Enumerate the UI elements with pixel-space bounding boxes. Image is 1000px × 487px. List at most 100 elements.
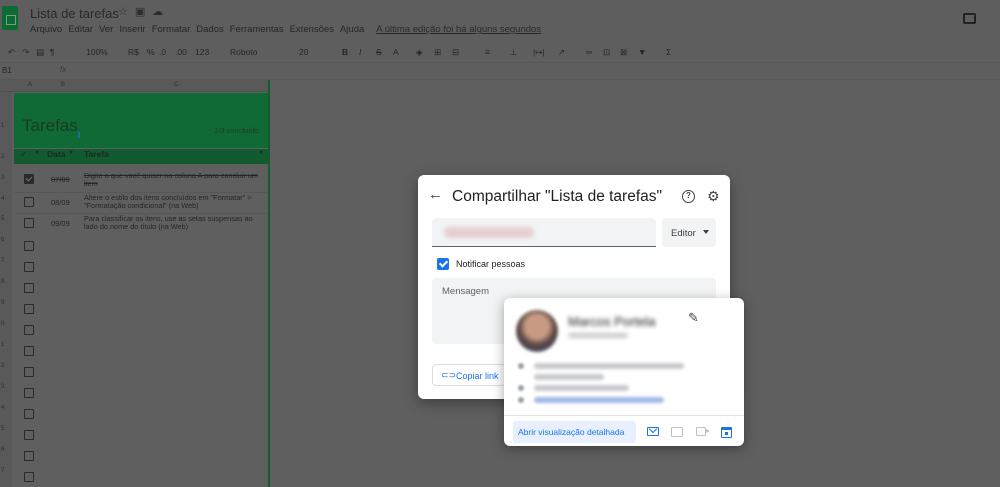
row-header[interactable]: 7 [1, 258, 4, 264]
empty-checkbox[interactable] [24, 388, 34, 398]
task-text[interactable]: Digite o que você quiser na coluna A par… [84, 171, 268, 189]
row-header[interactable]: 7 [1, 468, 4, 474]
caret-down-icon[interactable]: ▼ [34, 150, 40, 156]
row-header[interactable]: 4 [1, 405, 4, 411]
currency-button[interactable]: R$ [128, 47, 139, 57]
empty-checkbox[interactable] [24, 346, 34, 356]
open-details-button[interactable]: Abrir visualização detalhada [513, 421, 636, 443]
menu-ferramentas[interactable]: Ferramentas [230, 24, 284, 35]
task-checkbox[interactable] [24, 218, 34, 228]
back-arrow-icon[interactable]: ← [428, 186, 443, 203]
align-left-icon[interactable]: ≡ [485, 47, 490, 57]
people-input[interactable] [432, 218, 656, 247]
person-chip[interactable] [444, 227, 534, 238]
strikethrough-button[interactable]: S [376, 47, 382, 57]
task-date[interactable]: 08/09 [51, 198, 70, 207]
menu-inserir[interactable]: Inserir [119, 24, 145, 35]
cloud-icon[interactable]: ☁ [152, 6, 170, 18]
task-text[interactable]: Para classificar os itens, use as setas … [84, 214, 268, 232]
row-header[interactable]: 5 [1, 216, 4, 222]
empty-checkbox[interactable] [24, 325, 34, 335]
header-task[interactable]: Tarefa [84, 149, 109, 159]
row-header[interactable]: 4 [1, 196, 4, 202]
zoom-select[interactable]: 100% [86, 47, 108, 57]
functions-button[interactable]: Σ [666, 47, 671, 57]
copy-link-button[interactable]: ⊂⊃ Copiar link [432, 364, 506, 386]
role-select[interactable]: Editor [662, 218, 716, 247]
merge-cells-icon[interactable]: ⊟ [452, 47, 459, 58]
increase-decimal-button[interactable]: .00 [175, 47, 187, 57]
percent-button[interactable]: % [147, 47, 155, 57]
column-header-a[interactable]: A [28, 82, 32, 88]
vertical-align-icon[interactable]: ⊥ [510, 47, 517, 58]
task-checkbox[interactable] [24, 197, 34, 207]
detail-link-blurred[interactable] [534, 397, 664, 403]
font-select[interactable]: Roboto [230, 47, 257, 57]
menu-dados[interactable]: Dados [196, 24, 223, 35]
header-date[interactable]: Data [47, 149, 65, 159]
task-date[interactable]: 07/09 [51, 175, 70, 184]
caret-down-icon[interactable]: ▼ [258, 150, 264, 156]
column-header-c[interactable]: C [174, 82, 178, 88]
rotate-icon[interactable]: ↗ [558, 47, 565, 58]
empty-checkbox[interactable] [24, 241, 34, 251]
empty-checkbox[interactable] [24, 409, 34, 419]
sheet-title[interactable]: Tarefas [22, 116, 78, 136]
chart-icon[interactable]: ⊠ [620, 47, 627, 58]
video-icon[interactable] [696, 427, 710, 436]
menu-editar[interactable]: Editar [68, 24, 93, 35]
borders-icon[interactable]: ⊞ [434, 47, 441, 58]
bold-button[interactable]: B [342, 47, 348, 57]
link-icon[interactable]: ∞ [586, 47, 592, 57]
row-header[interactable]: 8 [1, 279, 4, 285]
row-header[interactable]: 2 [1, 363, 4, 369]
calendar-icon[interactable] [721, 427, 732, 438]
row-header[interactable]: 1 [1, 123, 4, 129]
name-box[interactable]: B1 [2, 66, 12, 75]
task-checkbox[interactable] [24, 174, 34, 184]
empty-checkbox[interactable] [24, 367, 34, 377]
row-header[interactable]: 2 [1, 154, 4, 160]
header-check[interactable]: ✓ [20, 149, 27, 160]
menu-arquivo[interactable]: Arquivo [30, 24, 62, 35]
column-header-b[interactable]: B [61, 82, 65, 88]
row-header[interactable]: 1 [1, 342, 4, 348]
decrease-decimal-button[interactable]: .0 [159, 47, 166, 57]
task-text[interactable]: Altere o estilo dos itens concluídos em … [84, 193, 268, 211]
menu-ajuda[interactable]: Ajuda [340, 24, 364, 35]
fill-color-icon[interactable]: ◈ [416, 47, 423, 58]
print-icon[interactable]: ▤ [36, 47, 44, 58]
more-formats-button[interactable]: 123 [195, 47, 209, 57]
mail-icon[interactable] [647, 427, 659, 436]
comments-icon[interactable] [963, 13, 976, 24]
comment-add-icon[interactable]: ⊡ [603, 47, 610, 58]
menu-ver[interactable]: Ver [99, 24, 113, 35]
document-title[interactable]: Lista de tarefas [30, 6, 119, 21]
empty-checkbox[interactable] [24, 451, 34, 461]
row-header[interactable]: 5 [1, 426, 4, 432]
empty-checkbox[interactable] [24, 472, 34, 482]
caret-down-icon[interactable]: ▼ [68, 150, 74, 156]
sheets-logo-icon[interactable] [2, 6, 18, 30]
pencil-icon[interactable]: ✎ [688, 310, 699, 326]
undo-icon[interactable]: ↶ [8, 47, 15, 58]
menu-formatar[interactable]: Formatar [152, 24, 191, 35]
empty-checkbox[interactable] [24, 430, 34, 440]
row-header[interactable]: 3 [1, 384, 4, 390]
last-edit-link[interactable]: A última edição foi há alguns segundos [376, 24, 541, 35]
row-header[interactable]: 9 [1, 300, 4, 306]
row-header[interactable]: 6 [1, 237, 4, 243]
task-date[interactable]: 09/09 [51, 219, 70, 228]
wrap-icon[interactable]: |↦| [533, 47, 545, 58]
italic-button[interactable]: I [359, 47, 361, 57]
spreadsheet-grid[interactable]: A B C 1 2 3 4 5 6 7 8 9 0 1 2 3 4 5 6 7 [0, 80, 270, 487]
chat-icon[interactable] [671, 427, 683, 437]
empty-checkbox[interactable] [24, 283, 34, 293]
font-size-select[interactable]: 20 [299, 47, 308, 57]
star-icon[interactable]: ☆ [118, 6, 135, 18]
paint-format-icon[interactable]: ¶ [50, 47, 55, 57]
empty-checkbox[interactable] [24, 304, 34, 314]
notify-label[interactable]: Notificar pessoas [456, 259, 525, 269]
notify-checkbox[interactable] [437, 258, 449, 270]
gear-icon[interactable]: ⚙ [707, 188, 720, 205]
